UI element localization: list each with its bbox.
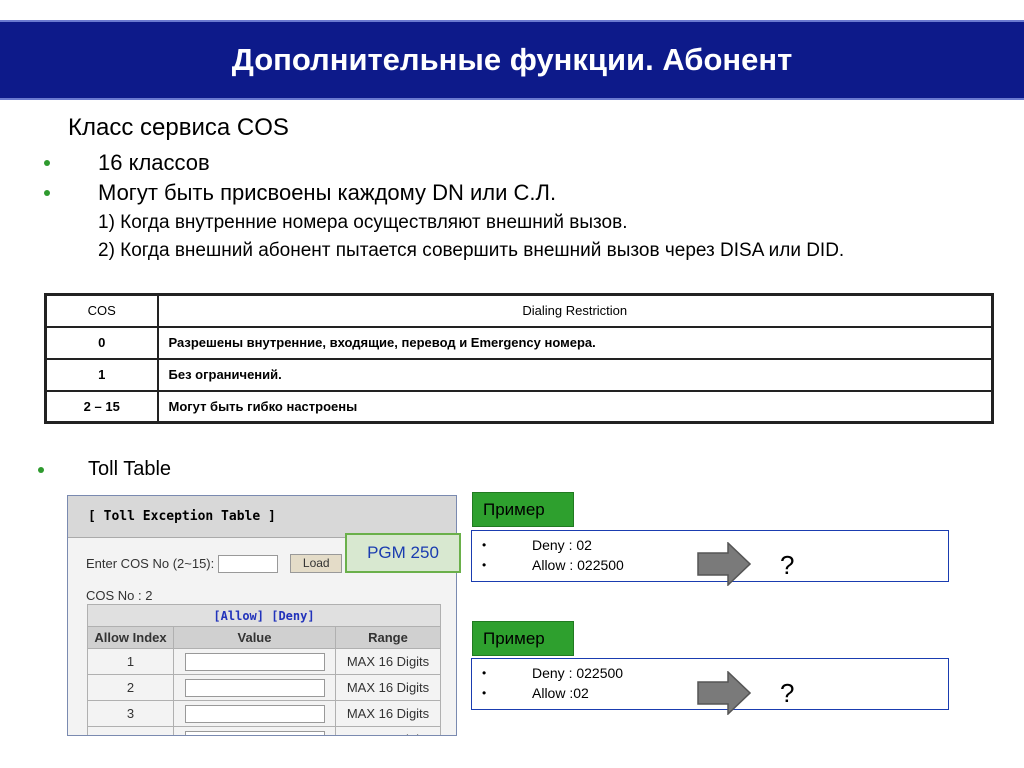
cos-no-label: COS No : 2: [86, 588, 153, 603]
index-cell: 3: [87, 700, 174, 727]
column-header: Range: [335, 626, 441, 649]
cos-table: COS Dialing Restriction 0 Разрешены внут…: [44, 293, 994, 424]
deny-text: Deny : 02: [532, 537, 592, 553]
value-input[interactable]: [184, 652, 325, 671]
table-header-row: Allow Index Value Range: [87, 626, 441, 649]
subtitle: Класс сервиса COS: [68, 114, 289, 141]
allow-item: • Allow : 022500: [482, 557, 624, 573]
value-cell: [173, 648, 336, 675]
deny-text: Deny : 022500: [532, 665, 624, 681]
sub-item: 2) Когда внешний абонент пытается соверш…: [98, 240, 845, 261]
right-arrow-icon: [697, 671, 751, 715]
table-row: 1 Без ограничений.: [44, 357, 994, 392]
value-input[interactable]: [184, 704, 325, 723]
bullet-icon: •: [482, 558, 487, 572]
load-button[interactable]: Load: [290, 554, 343, 573]
cos-cell: 0: [44, 325, 159, 360]
green-dot-icon: [44, 160, 50, 166]
table-caption: [Allow] [Deny]: [87, 604, 441, 627]
bullet-icon: •: [482, 538, 487, 552]
index-cell: 4: [87, 726, 174, 735]
enter-cos-label: Enter COS No (2~15):: [86, 556, 215, 571]
question-mark: ?: [780, 678, 795, 708]
column-header: COS: [44, 293, 159, 328]
deny-item: • Deny : 02: [482, 537, 592, 553]
range-cell: MAX 16 Digits: [335, 648, 441, 675]
bullet-text: 16 классов: [98, 150, 210, 175]
bullet-icon: •: [482, 666, 487, 680]
bullet-icon: •: [482, 686, 487, 700]
restriction-cell: Разрешены внутренние, входящие, перевод …: [156, 325, 994, 360]
table-row: 0 Разрешены внутренние, входящие, перево…: [44, 325, 994, 360]
sub-item: 1) Когда внутренние номера осуществляют …: [98, 212, 628, 233]
question-mark: ?: [780, 550, 795, 580]
cos-number-input[interactable]: [218, 554, 279, 573]
bullet-item: Могут быть присвоены каждому DN или С.Л.: [44, 180, 556, 206]
right-arrow-icon: [697, 542, 751, 586]
column-header: Allow Index: [87, 626, 174, 649]
green-dot-icon: [44, 190, 50, 196]
screenshot-header: [ Toll Exception Table ]: [68, 496, 456, 538]
green-dot-icon: [38, 466, 44, 473]
range-cell: MAX 16 Digits: [335, 726, 441, 735]
toll-bullet: Toll Table: [38, 458, 171, 481]
value-input[interactable]: [184, 730, 325, 735]
allow-text: Allow :02: [532, 685, 589, 701]
table-row: 3 MAX 16 Digits: [87, 700, 441, 727]
column-header: Dialing Restriction: [156, 293, 994, 328]
restriction-cell: Без ограничений.: [156, 357, 994, 392]
example-label: Пример: [472, 492, 574, 527]
index-cell: 2: [87, 674, 174, 701]
value-cell: [173, 726, 336, 735]
page-title: Дополнительные функции. Абонент: [231, 42, 793, 77]
range-cell: MAX 16 Digits: [335, 700, 441, 727]
pgm-label: PGM 250: [345, 533, 461, 573]
cos-cell: 2 – 15: [44, 389, 159, 424]
value-cell: [173, 674, 336, 701]
bullet-text: Могут быть присвоены каждому DN или С.Л.: [98, 180, 557, 205]
bullet-item: 16 классов: [44, 150, 210, 176]
table-header-row: COS Dialing Restriction: [44, 293, 994, 328]
allow-deny-caption[interactable]: [Allow] [Deny]: [87, 604, 441, 627]
column-header: Value: [173, 626, 336, 649]
allow-item: • Allow :02: [482, 685, 589, 701]
title-bar: Дополнительные функции. Абонент: [0, 20, 1024, 100]
table-row: 4 MAX 16 Digits: [87, 726, 441, 735]
value-input[interactable]: [184, 678, 325, 697]
table-row: 1 MAX 16 Digits: [87, 648, 441, 675]
deny-item: • Deny : 022500: [482, 665, 623, 681]
toll-table: [Allow] [Deny] Allow Index Value Range 1…: [87, 604, 441, 735]
restriction-cell: Могут быть гибко настроены: [156, 389, 994, 424]
example-label: Пример: [472, 621, 574, 656]
enter-cos-row: Enter COS No (2~15): Load: [86, 554, 343, 573]
cos-cell: 1: [44, 357, 159, 392]
table-row: 2 MAX 16 Digits: [87, 674, 441, 701]
toll-exception-screenshot: [ Toll Exception Table ] Enter COS No (2…: [67, 495, 457, 736]
index-cell: 1: [87, 648, 174, 675]
allow-text: Allow : 022500: [532, 557, 624, 573]
toll-label: Toll Table: [88, 458, 172, 480]
value-cell: [173, 700, 336, 727]
table-row: 2 – 15 Могут быть гибко настроены: [44, 389, 994, 424]
range-cell: MAX 16 Digits: [335, 674, 441, 701]
